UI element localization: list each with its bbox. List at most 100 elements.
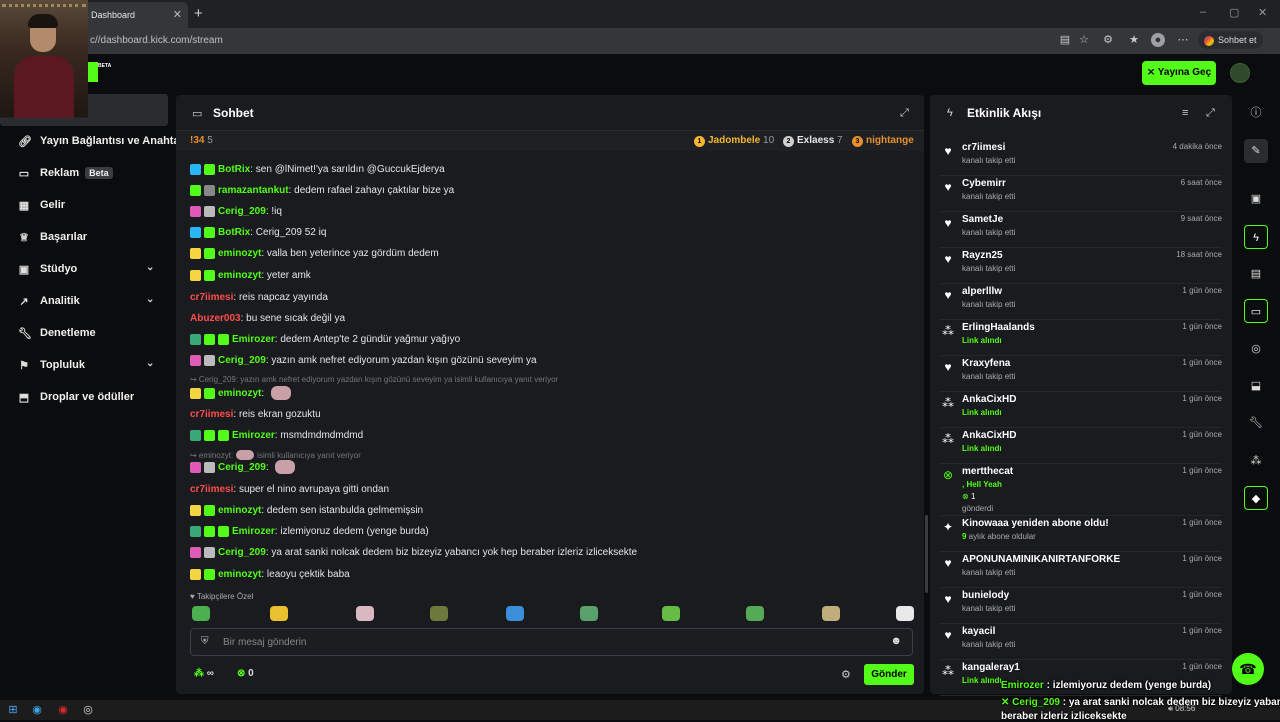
new-tab-icon[interactable]: + [194, 5, 203, 22]
copilot-chat-button[interactable]: Sohbet et [1198, 31, 1263, 49]
emote-button[interactable] [506, 606, 524, 621]
emote-button[interactable] [192, 606, 210, 621]
leaderboard-entry[interactable]: 2 Exlaess 7 [783, 135, 843, 147]
chat-message[interactable]: cr7iimesi: reis ekran gozuktu [190, 407, 321, 421]
emote-button[interactable] [430, 606, 448, 621]
chat-settings-icon[interactable]: ⚙ [841, 668, 851, 681]
save-icon[interactable]: ⬓ [1244, 374, 1268, 398]
activity-lightning-icon[interactable]: ϟ [1244, 225, 1268, 249]
chat-message[interactable]: Cerig_209: [190, 460, 296, 474]
kicks-balance[interactable]: ⊗ 0 [237, 668, 254, 679]
activity-item[interactable]: ♥ APONUNAMINIKANIRTANFORKE kanalı takip et… [940, 552, 1222, 588]
leaderboard-entry[interactable]: 3 nightangel [852, 135, 914, 147]
activity-item[interactable]: ⊗ mertthecat , Hell Yeah ⊗ 1 gönderdi 1 gün ö… [940, 464, 1222, 516]
target-icon[interactable]: ◎ [1244, 337, 1268, 361]
chat-message[interactable]: Abuzer003: bu sene sıcak değil ya [190, 311, 345, 325]
chat-username[interactable]: Cerig_209 [218, 547, 266, 558]
chat-username[interactable]: eminozyt [218, 270, 261, 281]
send-button[interactable]: Gönder [864, 664, 914, 685]
emote-button[interactable] [580, 606, 598, 621]
leaderboard-entry[interactable]: 1 Jadombele 10 [694, 135, 774, 147]
sidebar-item-analytics[interactable]: ↗ Analitik ⌄ [18, 292, 168, 310]
edge-icon[interactable]: ◉ [30, 703, 44, 717]
chat-message[interactable]: eminozyt: [190, 386, 291, 400]
obs-icon[interactable]: ◎ [81, 703, 95, 717]
url-field[interactable]: c//dashboard.kick.com/stream [90, 35, 223, 46]
chat-username[interactable]: Cerig_209 [218, 462, 266, 473]
close-tab-icon[interactable]: ✕ [173, 8, 182, 21]
more-options-icon[interactable]: ⋯ [1176, 33, 1190, 47]
wrench-icon[interactable]: 🔧︎ [1244, 411, 1268, 435]
emote-button[interactable] [662, 606, 680, 621]
chat-username[interactable]: Abuzer003 [190, 313, 241, 324]
channel-points[interactable]: ⁂ ∞ [194, 668, 214, 679]
chat-username[interactable]: Emirozer [232, 430, 275, 441]
activity-item[interactable]: ⁂ AnkaCixHD Link alındı 1 gün önce [940, 392, 1222, 428]
sidebar-item-drops[interactable]: ⬒ Droplar ve ödüller [18, 388, 134, 406]
chat-message[interactable]: Cerig_209: ya arat sanki nolcak dedem bi… [190, 545, 637, 559]
sidebar-item-community[interactable]: ⚑ Topluluk ⌄ [18, 356, 168, 374]
activity-item[interactable]: ⁂ AnkaCixHD Link alındı 1 gün önce [940, 428, 1222, 464]
favorite-star-icon[interactable]: ☆ [1077, 33, 1091, 47]
community-icon[interactable]: ⁂ [1244, 449, 1268, 473]
chat-username[interactable]: Emirozer [232, 526, 275, 537]
activity-item[interactable]: ⁂ ErlingHaalands Link alındı 1 gün önce [940, 320, 1222, 356]
tag-icon[interactable]: ◆ [1244, 486, 1268, 510]
emote-button[interactable] [822, 606, 840, 621]
chat-message[interactable]: eminozyt: leaoyu çektik baba [190, 567, 350, 581]
extensions-icon[interactable]: ⚙ [1101, 33, 1115, 47]
chat-message[interactable]: eminozyt: valla ben yeterince yaz gördüm… [190, 246, 439, 260]
activity-item[interactable]: ♥ Kraxyfena kanalı takip etti 1 gün önce [940, 356, 1222, 392]
emoji-icon[interactable]: ☻ [890, 635, 902, 647]
maximize-icon[interactable]: ▢ [1229, 6, 1239, 19]
emote-button[interactable] [270, 606, 288, 621]
activity-item[interactable]: ♥ cr7iimesi kanalı takip etti 4 dakika önce [940, 140, 1222, 176]
edit-icon[interactable]: ✎ [1244, 139, 1268, 163]
expand-icon[interactable]: ⤢ [1206, 107, 1215, 120]
browser-tab[interactable]: k Dashboard ✕ [78, 2, 188, 28]
chat-input[interactable]: ⛨ Bir mesaj gönderin ☻ [190, 628, 913, 656]
chat-message[interactable]: Cerig_209: !iq [190, 204, 282, 218]
chat-message[interactable]: Cerig_209: yazın amk nefret ediyorum yaz… [190, 353, 537, 367]
chat-message[interactable]: Emirozer: msmdmdmdmdmd [190, 428, 363, 442]
chat-icon[interactable]: ▭ [1244, 299, 1268, 323]
emote-button[interactable] [356, 606, 374, 621]
chat-message[interactable]: Emirozer: izlemiyoruz dedem (yenge burda… [190, 524, 429, 538]
support-chat-icon[interactable]: ☎ [1232, 653, 1264, 685]
sidebar-item-achievements[interactable]: ♕ Başarılar [18, 228, 87, 246]
activity-item[interactable]: ♥ alperlllw kanalı takip etti 1 gün önce [940, 284, 1222, 320]
list-icon[interactable]: ▤ [1244, 262, 1268, 286]
scrollbar[interactable] [925, 515, 928, 593]
go-live-button[interactable]: ⨯ Yayına Geç [1142, 61, 1216, 85]
reader-mode-icon[interactable]: ▤ [1058, 33, 1072, 47]
chat-message[interactable]: cr7iimesi: reis napcaz yayında [190, 290, 328, 304]
info-icon[interactable]: ⓘ [1244, 101, 1268, 125]
emote-button[interactable] [746, 606, 764, 621]
activity-item[interactable]: ♥ SametJe kanalı takip etti 9 saat önce [940, 212, 1222, 248]
minimize-icon[interactable]: – [1200, 6, 1206, 18]
chat-message[interactable]: BotRix: Cerig_209 52 iq [190, 225, 326, 239]
media-icon[interactable]: ▣ [1244, 187, 1268, 211]
chat-username[interactable]: Cerig_209 [218, 206, 266, 217]
chat-username[interactable]: BotRix [218, 227, 250, 238]
activity-item[interactable]: ♥ kayacil kanalı takip etti 1 gün önce [940, 624, 1222, 660]
sidebar-item-stream-key[interactable]: 🔗︎ Yayın Bağlantısı ve Anahta [18, 132, 180, 150]
activity-item[interactable]: ♥ Cybemirr kanalı takip etti 6 saat önce [940, 176, 1222, 212]
chat-username[interactable]: eminozyt [218, 505, 261, 516]
profile-avatar-icon[interactable]: ● [1151, 33, 1165, 47]
chat-username[interactable]: Cerig_209 [218, 355, 266, 366]
chat-username[interactable]: ramazantankut [218, 185, 289, 196]
activity-item[interactable]: ✦ Kinowaaa yeniden abone oldu! 9 aylık abo… [940, 516, 1222, 552]
activity-item[interactable]: ♥ Rayzn25 kanalı takip etti 18 saat önce [940, 248, 1222, 284]
chat-username[interactable]: cr7iimesi [190, 484, 233, 495]
chat-username[interactable]: eminozyt [218, 248, 261, 259]
sidebar-item-moderation[interactable]: 🔧︎ Denetleme [18, 324, 96, 342]
chat-username[interactable]: Emirozer [232, 334, 275, 345]
chat-message[interactable]: cr7iimesi: super el nino avrupaya gitti … [190, 482, 389, 496]
sidebar-item-studio[interactable]: ▣ Stüdyo ⌄ [18, 260, 168, 278]
app-icon[interactable]: ◉ [56, 703, 70, 717]
chat-message[interactable]: ramazantankut: dedem rafael zahayı çaktı… [190, 183, 454, 197]
chat-username[interactable]: eminozyt [218, 388, 261, 399]
expand-icon[interactable]: ⤢ [900, 107, 909, 120]
favorites-icon[interactable]: ★ [1127, 33, 1141, 47]
